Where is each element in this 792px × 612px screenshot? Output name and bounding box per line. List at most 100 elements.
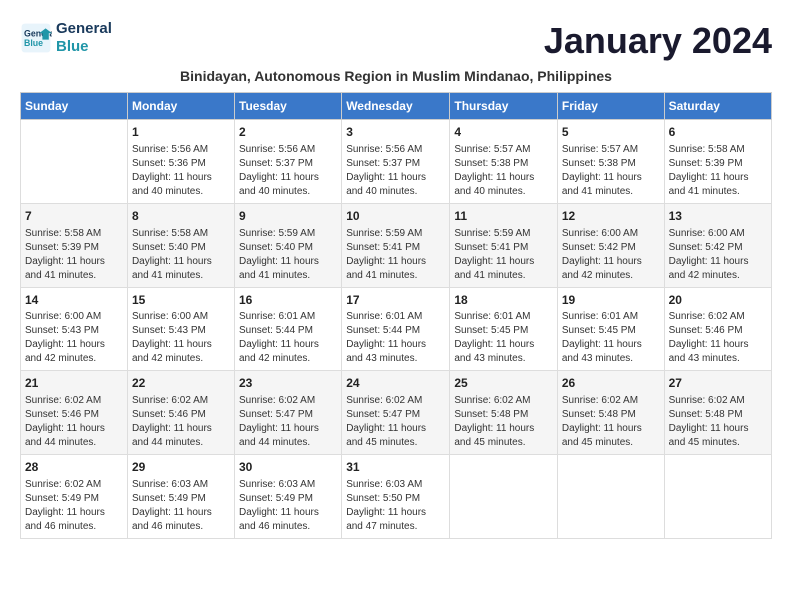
day-info: Sunrise: 6:02 AM Sunset: 5:48 PM Dayligh…	[562, 394, 660, 450]
calendar-cell: 5Sunrise: 5:57 AM Sunset: 5:38 PM Daylig…	[557, 120, 664, 204]
calendar-week-row: 28Sunrise: 6:02 AM Sunset: 5:49 PM Dayli…	[21, 455, 772, 539]
day-info: Sunrise: 6:00 AM Sunset: 5:43 PM Dayligh…	[132, 310, 230, 366]
calendar-cell: 23 Sunrise: 6:02 AM Sunset: 5:47 PM Dayli…	[235, 371, 342, 455]
day-info: Sunrise: 6:01 AM Sunset: 5:44 PM Dayligh…	[346, 310, 445, 366]
calendar-cell: 6 Sunrise: 5:58 AM Sunset: 5:39 PM Daylig…	[664, 120, 771, 204]
calendar-cell: 8 Sunrise: 5:58 AM Sunset: 5:40 PM Daylig…	[127, 203, 234, 287]
weekday-header: Monday	[127, 93, 234, 120]
day-info: Sunrise: 6:02 AM Sunset: 5:46 PM Dayligh…	[669, 310, 767, 366]
calendar-cell: 27Sunrise: 6:02 AM Sunset: 5:48 PM Dayli…	[664, 371, 771, 455]
day-info: Sunrise: 6:00 AM Sunset: 5:43 PM Dayligh…	[25, 310, 123, 366]
calendar-cell: 14Sunrise: 6:00 AM Sunset: 5:43 PM Dayli…	[21, 287, 128, 371]
day-info: Sunrise: 6:01 AM Sunset: 5:45 PM Dayligh…	[454, 310, 553, 366]
day-info: Sunrise: 5:57 AM Sunset: 5:38 PM Dayligh…	[454, 143, 553, 199]
day-info: Sunrise: 5:58 AM Sunset: 5:40 PM Dayligh…	[132, 227, 230, 283]
calendar-cell	[557, 455, 664, 539]
calendar-table: SundayMondayTuesdayWednesdayThursdayFrid…	[20, 92, 772, 539]
day-number: 22	[132, 375, 230, 392]
month-title: January 2024	[544, 20, 772, 62]
day-info: Sunrise: 6:02 AM Sunset: 5:46 PM Dayligh…	[25, 394, 123, 450]
day-number: 7	[25, 208, 123, 225]
calendar-cell: 18Sunrise: 6:01 AM Sunset: 5:45 PM Dayli…	[450, 287, 558, 371]
day-info: Sunrise: 5:58 AM Sunset: 5:39 PM Dayligh…	[669, 143, 767, 199]
calendar-cell: 4 Sunrise: 5:57 AM Sunset: 5:38 PM Daylig…	[450, 120, 558, 204]
calendar-week-row: 14Sunrise: 6:00 AM Sunset: 5:43 PM Dayli…	[21, 287, 772, 371]
day-number: 29	[132, 459, 230, 476]
day-number: 8	[132, 208, 230, 225]
day-number: 14	[25, 292, 123, 309]
weekday-header: Saturday	[664, 93, 771, 120]
day-number: 4	[454, 124, 553, 141]
weekday-header: Wednesday	[342, 93, 450, 120]
calendar-cell	[450, 455, 558, 539]
calendar-cell: 19Sunrise: 6:01 AM Sunset: 5:45 PM Dayli…	[557, 287, 664, 371]
calendar-cell: 10 Sunrise: 5:59 AM Sunset: 5:41 PM Dayli…	[342, 203, 450, 287]
day-info: Sunrise: 5:59 AM Sunset: 5:41 PM Dayligh…	[454, 227, 553, 283]
day-number: 23	[239, 375, 337, 392]
day-info: Sunrise: 5:59 AM Sunset: 5:40 PM Dayligh…	[239, 227, 337, 283]
day-number: 13	[669, 208, 767, 225]
day-number: 2	[239, 124, 337, 141]
calendar-header: SundayMondayTuesdayWednesdayThursdayFrid…	[21, 93, 772, 120]
calendar-cell: 20Sunrise: 6:02 AM Sunset: 5:46 PM Dayli…	[664, 287, 771, 371]
day-info: Sunrise: 6:03 AM Sunset: 5:49 PM Dayligh…	[132, 478, 230, 534]
calendar-cell: 16Sunrise: 6:01 AM Sunset: 5:44 PM Dayli…	[235, 287, 342, 371]
calendar-cell: 15Sunrise: 6:00 AM Sunset: 5:43 PM Dayli…	[127, 287, 234, 371]
calendar-cell: 24 Sunrise: 6:02 AM Sunset: 5:47 PM Dayli…	[342, 371, 450, 455]
day-info: Sunrise: 6:02 AM Sunset: 5:47 PM Dayligh…	[346, 394, 445, 450]
calendar-cell: 28Sunrise: 6:02 AM Sunset: 5:49 PM Dayli…	[21, 455, 128, 539]
calendar-cell: 31Sunrise: 6:03 AM Sunset: 5:50 PM Dayli…	[342, 455, 450, 539]
calendar-cell: 25Sunrise: 6:02 AM Sunset: 5:48 PM Dayli…	[450, 371, 558, 455]
day-number: 24	[346, 375, 445, 392]
calendar-cell: 17Sunrise: 6:01 AM Sunset: 5:44 PM Dayli…	[342, 287, 450, 371]
weekday-header: Sunday	[21, 93, 128, 120]
day-info: Sunrise: 6:00 AM Sunset: 5:42 PM Dayligh…	[669, 227, 767, 283]
calendar-cell: 21Sunrise: 6:02 AM Sunset: 5:46 PM Dayli…	[21, 371, 128, 455]
calendar-cell: 11 Sunrise: 5:59 AM Sunset: 5:41 PM Dayli…	[450, 203, 558, 287]
day-number: 20	[669, 292, 767, 309]
day-number: 28	[25, 459, 123, 476]
day-number: 30	[239, 459, 337, 476]
calendar-week-row: 21Sunrise: 6:02 AM Sunset: 5:46 PM Dayli…	[21, 371, 772, 455]
calendar-cell: 12 Sunrise: 6:00 AM Sunset: 5:42 PM Dayli…	[557, 203, 664, 287]
day-number: 18	[454, 292, 553, 309]
day-number: 12	[562, 208, 660, 225]
calendar-cell: 3Sunrise: 5:56 AM Sunset: 5:37 PM Daylig…	[342, 120, 450, 204]
day-info: Sunrise: 6:02 AM Sunset: 5:46 PM Dayligh…	[132, 394, 230, 450]
day-number: 27	[669, 375, 767, 392]
day-info: Sunrise: 6:02 AM Sunset: 5:47 PM Dayligh…	[239, 394, 337, 450]
day-info: Sunrise: 6:03 AM Sunset: 5:49 PM Dayligh…	[239, 478, 337, 534]
calendar-cell: 7 Sunrise: 5:58 AM Sunset: 5:39 PM Daylig…	[21, 203, 128, 287]
day-number: 5	[562, 124, 660, 141]
day-number: 16	[239, 292, 337, 309]
day-info: Sunrise: 6:02 AM Sunset: 5:48 PM Dayligh…	[454, 394, 553, 450]
day-number: 26	[562, 375, 660, 392]
day-number: 9	[239, 208, 337, 225]
calendar-cell: 2 Sunrise: 5:56 AM Sunset: 5:37 PM Daylig…	[235, 120, 342, 204]
logo-text-blue: Blue	[56, 38, 112, 56]
day-info: Sunrise: 5:59 AM Sunset: 5:41 PM Dayligh…	[346, 227, 445, 283]
day-number: 15	[132, 292, 230, 309]
calendar-cell: 1Sunrise: 5:56 AM Sunset: 5:36 PM Daylig…	[127, 120, 234, 204]
calendar-week-row: 1Sunrise: 5:56 AM Sunset: 5:36 PM Daylig…	[21, 120, 772, 204]
day-number: 19	[562, 292, 660, 309]
calendar-cell: 30 Sunrise: 6:03 AM Sunset: 5:49 PM Dayli…	[235, 455, 342, 539]
day-info: Sunrise: 6:00 AM Sunset: 5:42 PM Dayligh…	[562, 227, 660, 283]
day-number: 11	[454, 208, 553, 225]
day-info: Sunrise: 5:58 AM Sunset: 5:39 PM Dayligh…	[25, 227, 123, 283]
day-number: 31	[346, 459, 445, 476]
header-row: SundayMondayTuesdayWednesdayThursdayFrid…	[21, 93, 772, 120]
day-info: Sunrise: 5:56 AM Sunset: 5:37 PM Dayligh…	[239, 143, 337, 199]
logo: General Blue General Blue	[20, 20, 112, 56]
day-number: 10	[346, 208, 445, 225]
calendar-cell: 26 Sunrise: 6:02 AM Sunset: 5:48 PM Dayli…	[557, 371, 664, 455]
header: General Blue General Blue January 2024	[20, 20, 772, 62]
day-number: 17	[346, 292, 445, 309]
day-info: Sunrise: 5:56 AM Sunset: 5:36 PM Dayligh…	[132, 143, 230, 199]
day-number: 6	[669, 124, 767, 141]
calendar-cell: 22 Sunrise: 6:02 AM Sunset: 5:46 PM Dayli…	[127, 371, 234, 455]
weekday-header: Friday	[557, 93, 664, 120]
calendar-cell: 29 Sunrise: 6:03 AM Sunset: 5:49 PM Dayli…	[127, 455, 234, 539]
day-info: Sunrise: 6:01 AM Sunset: 5:45 PM Dayligh…	[562, 310, 660, 366]
subtitle: Binidayan, Autonomous Region in Muslim M…	[20, 68, 772, 84]
